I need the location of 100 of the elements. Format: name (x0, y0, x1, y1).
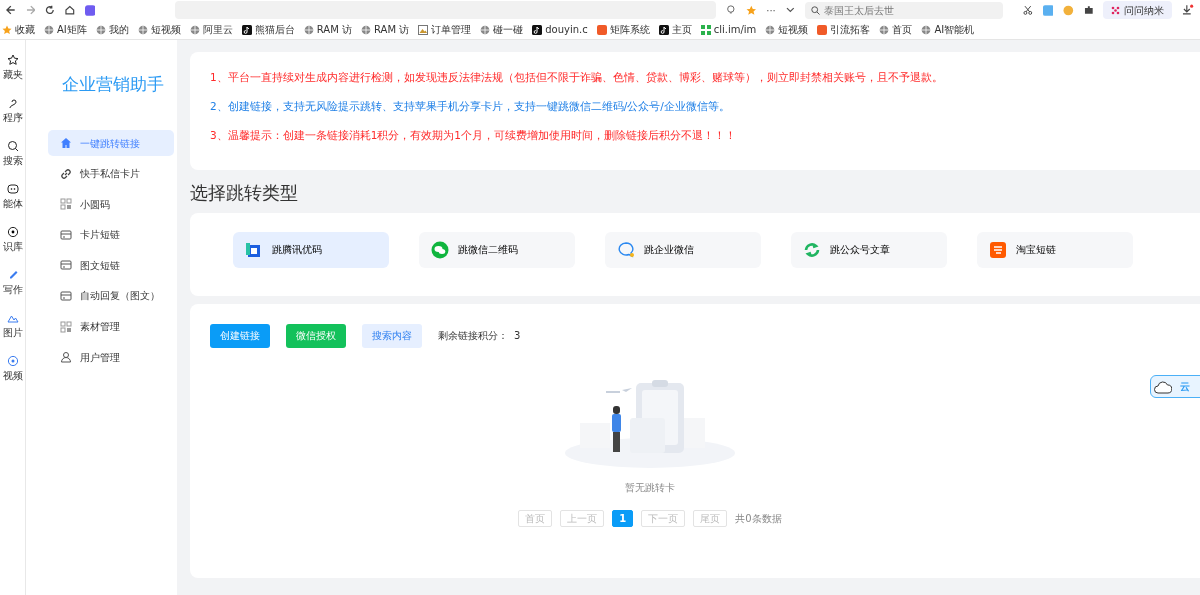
cube-icon (245, 240, 263, 259)
bookmark[interactable]: 阿里云 (189, 22, 233, 37)
reel-icon (6, 355, 19, 367)
browser-sidebar-item[interactable]: 识库 (0, 226, 25, 254)
square-logo-icon (817, 24, 828, 35)
target-icon (6, 226, 19, 238)
download-icon[interactable] (1182, 4, 1194, 16)
jump-type-option[interactable]: 跳腾讯优码 (233, 231, 389, 268)
bookmark[interactable]: 矩阵系统 (596, 22, 650, 37)
cloud-icon (1154, 379, 1172, 394)
swirl-icon (803, 240, 821, 259)
bookmark[interactable]: 短视频 (137, 22, 181, 37)
globe-icon (189, 24, 200, 35)
notice-text: 1、平台一直持续对生成内容进行检测，如发现违反法律法规（包括但不限于诈骗、色情、贷款、博彩、赌球等），则立即封禁相关账号，且不予退款。 (210, 70, 944, 85)
lightbulb-icon[interactable] (726, 5, 736, 15)
jump-type-option[interactable]: 跳微信二维码 (419, 231, 575, 268)
action-button[interactable]: 搜索内容 (362, 323, 422, 348)
pagination-total: 共0条数据 (735, 511, 782, 526)
menu-item[interactable]: 快手私信卡片 (48, 160, 174, 187)
home-icon (60, 137, 72, 149)
star-icon[interactable] (745, 4, 757, 16)
points-label: 剩余链接积分： (438, 329, 508, 344)
jump-type-option[interactable]: 跳企业微信 (605, 231, 761, 268)
search-icon (6, 140, 19, 152)
bookmark[interactable]: RAM 访 (361, 22, 410, 37)
points-value: 3 (514, 329, 521, 344)
bookmark[interactable]: cli.im/im (700, 22, 757, 37)
card-icon (60, 228, 72, 241)
bookmark[interactable]: 短视频 (765, 22, 809, 37)
globe-icon (879, 24, 890, 35)
globe-icon (137, 24, 148, 35)
browser-sidebar-item[interactable]: 图片 (0, 312, 25, 340)
dots-logo-icon (1111, 5, 1121, 15)
menu-item[interactable]: 图文短链 (48, 252, 174, 279)
menu-item[interactable]: 小圆码 (48, 191, 174, 218)
link-icon (60, 167, 72, 180)
chat-bubbles-icon (431, 240, 449, 259)
chat-bubble-icon (617, 240, 635, 259)
float-tab-label: 云 (1180, 380, 1190, 394)
bookmark[interactable]: 收藏 (2, 22, 35, 37)
menu-item[interactable]: 素材管理 (48, 313, 174, 340)
browser-sidebar-item[interactable]: 能体 (0, 183, 25, 211)
browser-sidebar-item[interactable]: 程序 (0, 97, 25, 125)
search-placeholder: 泰国王太后去世 (823, 3, 894, 18)
image-icon (418, 24, 429, 35)
search-field[interactable]: 泰国王太后去世 (804, 1, 1003, 19)
more-menu[interactable]: ··· (766, 2, 776, 18)
scissors-icon[interactable] (1022, 5, 1033, 15)
globe-icon (44, 24, 54, 35)
bookmark[interactable]: 我的 (95, 22, 129, 37)
menu-item[interactable]: 卡片短链 (48, 221, 174, 248)
bookmark[interactable]: 熊猫后台 (241, 22, 295, 37)
bookmark[interactable]: 首页 (879, 22, 913, 37)
globe-icon (303, 24, 314, 35)
bookmark[interactable]: douyin.c (532, 22, 588, 37)
jump-type-option[interactable]: 跳公众号文章 (791, 231, 947, 268)
menu-item[interactable]: 自动回复（图文） (48, 282, 174, 309)
note-logo-icon (532, 24, 543, 35)
globe-icon (95, 24, 106, 35)
app-title: 企业营销助手 (62, 74, 165, 96)
jump-type-option[interactable]: 淘宝短链 (977, 231, 1133, 268)
back-icon[interactable] (6, 5, 16, 15)
browser-sidebar-item[interactable]: 搜索 (0, 140, 25, 168)
browser-sidebar-item[interactable]: 写作 (0, 269, 25, 297)
globe-icon (921, 24, 932, 35)
home-icon[interactable] (64, 5, 75, 15)
bookmark[interactable]: 碰一碰 (480, 22, 524, 37)
menu-item[interactable]: 用户管理 (48, 344, 174, 371)
notice-text: 3、温馨提示：创建一条链接消耗1积分，有效期为1个月，可续费增加使用时间，删除链接后积分不退！！！ (210, 127, 738, 143)
note-logo-icon (241, 24, 252, 35)
bookmark[interactable]: AI矩阵 (44, 22, 87, 37)
search-icon (810, 5, 820, 15)
card-icon (60, 289, 72, 302)
grid-icon (700, 24, 711, 35)
card-icon (60, 259, 72, 272)
bookmark[interactable]: 订单管理 (418, 22, 472, 37)
bookmark[interactable]: AI智能机 (921, 22, 975, 37)
robot-icon (6, 183, 19, 195)
note-logo-icon (658, 24, 669, 35)
chevron-down-icon[interactable] (785, 7, 795, 13)
user-icon (60, 351, 72, 364)
notice-text: 2、创建链接，支持无风险提示跳转、支持苹果手机分享卡片，支持一键跳微信二维码/公众号/企业微信等。 (210, 98, 731, 114)
qr-code-icon (60, 320, 72, 333)
star-icon (6, 54, 19, 66)
empty-message: 暂无跳转卡 (625, 480, 675, 495)
reload-icon[interactable] (45, 5, 55, 15)
bookmark[interactable]: 引流拓客 (817, 22, 871, 37)
app-icon[interactable] (84, 4, 96, 16)
globe-icon (480, 24, 491, 35)
section-title: 选择跳转类型 (190, 182, 299, 204)
bookmark[interactable]: RAM 访 (303, 22, 352, 37)
globe-icon (765, 24, 776, 35)
taobao-logo-icon (989, 240, 1007, 259)
square-logo-icon (596, 24, 607, 35)
bookmark[interactable]: 主页 (658, 22, 692, 37)
star-icon (2, 24, 12, 35)
globe-icon (361, 24, 371, 35)
browser-sidebar-item[interactable]: 视频 (0, 355, 25, 383)
browser-sidebar-item[interactable]: 藏夹 (0, 54, 25, 82)
qr-code-icon (60, 198, 72, 211)
